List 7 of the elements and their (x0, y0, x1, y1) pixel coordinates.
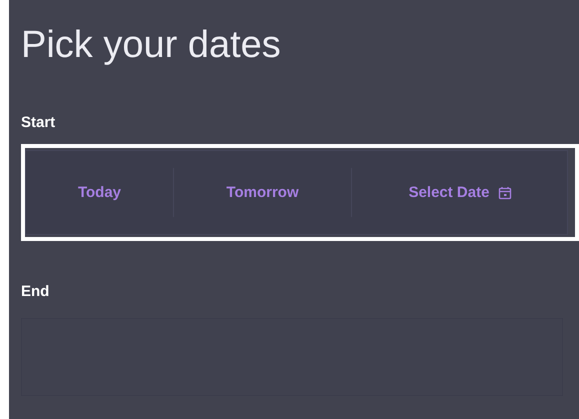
start-label: Start (21, 114, 56, 131)
end-label: End (21, 283, 50, 300)
date-option-button[interactable]: Tomorrow (173, 168, 351, 217)
page-title: Pick your dates (21, 23, 281, 68)
calendar-icon (498, 186, 512, 200)
date-option-button[interactable]: Today (26, 168, 173, 217)
date-option-button[interactable]: Select Date (351, 168, 569, 217)
